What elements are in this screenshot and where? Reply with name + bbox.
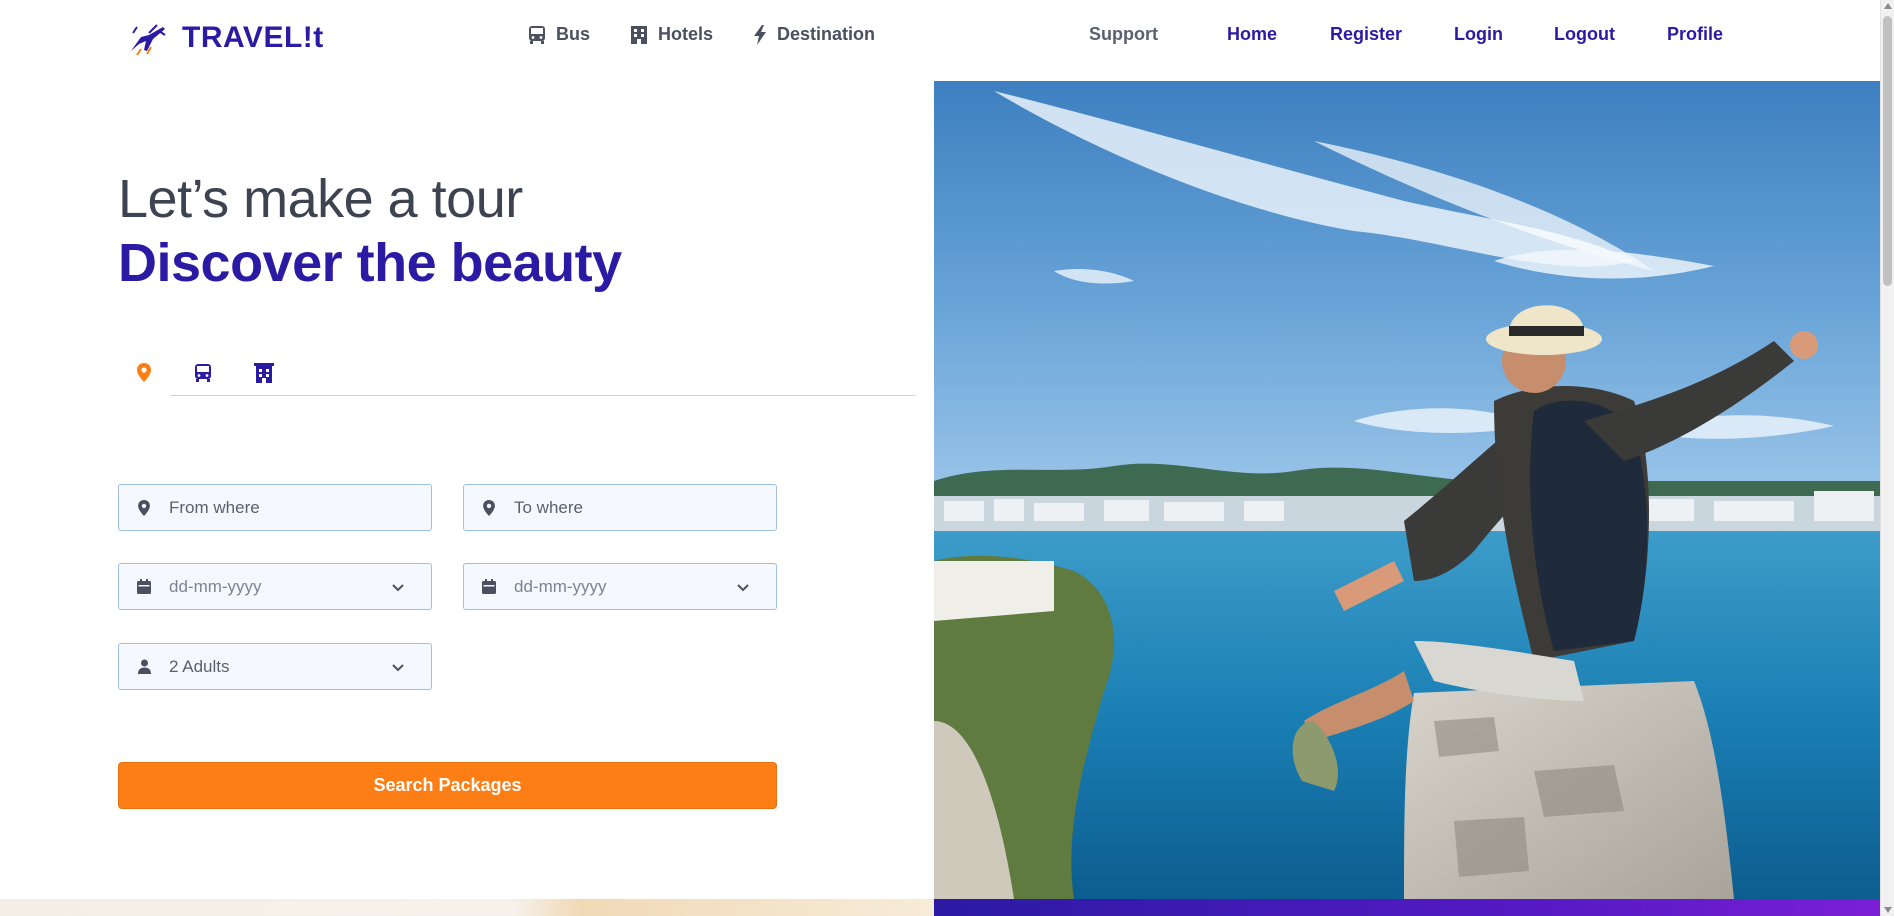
- support-link[interactable]: Support: [1089, 24, 1158, 45]
- tab-location[interactable]: [129, 360, 159, 390]
- search-tabs: [118, 356, 916, 396]
- account-nav: Support Home Register Login Logout Profi…: [1089, 24, 1723, 45]
- chevron-down-icon: [391, 580, 405, 598]
- search-packages-button[interactable]: Search Packages: [118, 762, 777, 809]
- next-section-preview: [0, 899, 934, 916]
- chevron-down-icon: [391, 660, 405, 678]
- travellers-select[interactable]: 2 Adults: [118, 643, 432, 690]
- login-link[interactable]: Login: [1454, 24, 1503, 45]
- to-where-placeholder: To where: [514, 497, 583, 517]
- nav-destination-label: Destination: [777, 24, 876, 44]
- nav-bus[interactable]: Bus: [528, 24, 590, 45]
- tab-bus[interactable]: [188, 360, 218, 390]
- scrollbar-thumb[interactable]: [1883, 16, 1892, 286]
- tab-hotel[interactable]: [249, 360, 279, 390]
- hero-photo: [934, 81, 1880, 899]
- lightning-icon: [753, 24, 767, 45]
- calendar-icon: [135, 579, 153, 594]
- chevron-down-icon: [736, 580, 750, 598]
- from-where-placeholder: From where: [169, 497, 260, 517]
- hero-subheading: Discover the beauty: [118, 233, 622, 293]
- return-date-picker[interactable]: dd-mm-yyyy: [463, 563, 777, 610]
- nav-destination[interactable]: Destination: [753, 24, 875, 45]
- scroll-up-arrow-icon[interactable]: [1884, 3, 1892, 9]
- brand-logo[interactable]: TRAVEL!t: [124, 14, 324, 62]
- decorative-accent-bar: [934, 899, 1880, 916]
- map-pin-icon: [137, 363, 151, 387]
- tab-underline: [170, 395, 916, 396]
- user-icon: [135, 659, 153, 674]
- nav-hotels-label: Hotels: [658, 24, 714, 44]
- from-where-input[interactable]: From where: [118, 484, 432, 531]
- page-scrollbar[interactable]: [1880, 0, 1894, 916]
- return-date-value: dd-mm-yyyy: [514, 576, 607, 596]
- hotel-building-icon: [630, 25, 648, 45]
- map-pin-icon: [480, 499, 498, 516]
- to-where-input[interactable]: To where: [463, 484, 777, 531]
- scroll-down-arrow-icon[interactable]: [1884, 907, 1892, 913]
- hotel-building-icon: [254, 362, 274, 388]
- map-pin-icon: [135, 499, 153, 516]
- travellers-value: 2 Adults: [169, 656, 230, 676]
- depart-date-picker[interactable]: dd-mm-yyyy: [118, 563, 432, 610]
- primary-nav: Bus Hotels Destination: [528, 24, 875, 45]
- brand-name: TRAVEL!t: [182, 21, 324, 54]
- hero-heading: Let’s make a tour: [118, 169, 523, 229]
- calendar-icon: [480, 579, 498, 594]
- depart-date-value: dd-mm-yyyy: [169, 576, 262, 596]
- site-header: TRAVEL!t Bus Hotels Destination Support …: [0, 0, 1880, 80]
- nav-bus-label: Bus: [556, 24, 591, 44]
- register-link[interactable]: Register: [1330, 24, 1402, 45]
- airplane-logo-icon: [124, 14, 172, 62]
- profile-link[interactable]: Profile: [1667, 24, 1723, 45]
- logout-link[interactable]: Logout: [1554, 24, 1615, 45]
- bus-icon: [528, 25, 546, 45]
- bus-icon: [194, 363, 212, 388]
- home-link[interactable]: Home: [1227, 24, 1277, 45]
- nav-hotels[interactable]: Hotels: [630, 24, 713, 45]
